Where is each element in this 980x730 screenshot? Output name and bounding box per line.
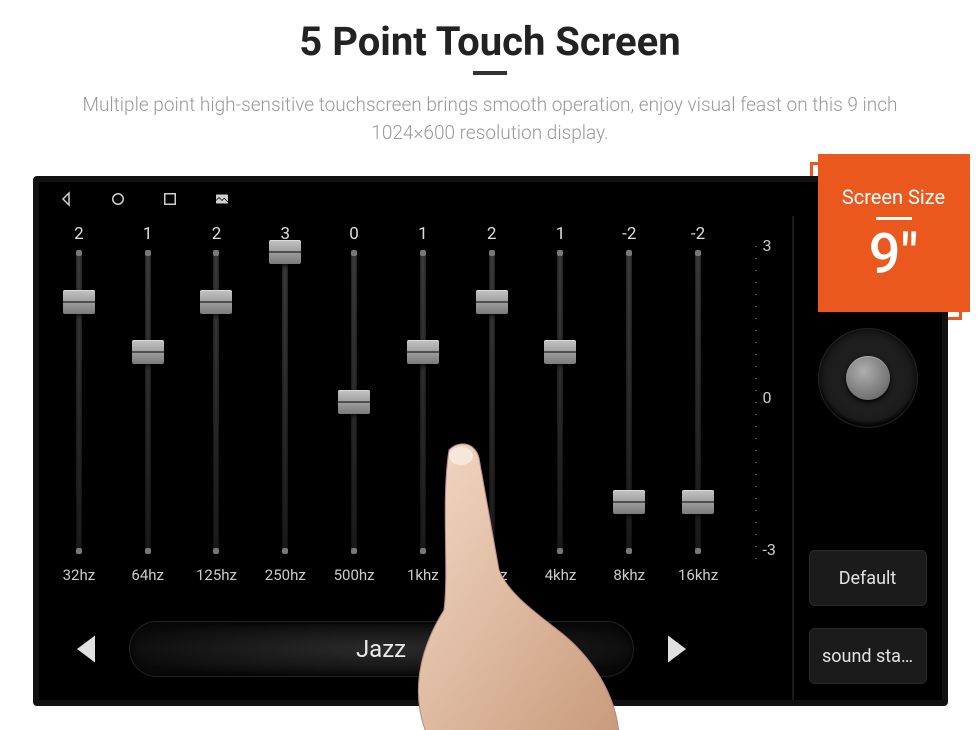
eq-slider-thumb[interactable]: [63, 290, 95, 314]
eq-slider[interactable]: [557, 252, 563, 552]
eq-band-freq: 2khz: [476, 566, 508, 584]
eq-slider-thumb[interactable]: [544, 340, 576, 364]
eq-slider-thumb[interactable]: [200, 290, 232, 314]
eq-band-250hz: 3250hz: [254, 222, 316, 592]
eq-band-125hz: 2 125hz: [185, 222, 247, 592]
eq-band-64hz: 1 64hz: [117, 222, 179, 592]
jog-dial[interactable]: [818, 328, 918, 428]
eq-slider[interactable]: [76, 252, 82, 552]
eq-band-16khz: -2 16khz: [667, 222, 729, 592]
eq-slider-thumb[interactable]: [407, 340, 439, 364]
eq-band-freq: 250hz: [265, 566, 306, 584]
eq-slider[interactable]: [351, 252, 357, 552]
eq-band-value: 1: [418, 222, 428, 246]
eq-band-value: 1: [556, 222, 566, 246]
eq-band-value: 0: [349, 222, 359, 246]
eq-band-value: 2: [487, 222, 497, 246]
scale-top-label: 3: [763, 236, 772, 255]
preset-name-button[interactable]: Jazz: [129, 621, 634, 677]
eq-scale: 3 0 -3: [739, 222, 785, 592]
eq-band-32hz: 2 32hz: [48, 222, 110, 592]
scale-mid-label: 0: [763, 388, 772, 407]
eq-band-value: 2: [74, 222, 84, 246]
eq-slider[interactable]: [282, 252, 288, 552]
eq-band-value: 2: [212, 222, 222, 246]
preset-bar: Jazz: [39, 616, 724, 682]
eq-slider[interactable]: [213, 252, 219, 552]
device-screen: 232hz164hz2125hz3250hz0500hz11khz22khz14…: [33, 176, 948, 706]
eq-band-value: 1: [143, 222, 153, 246]
eq-band-2khz: 2 2khz: [461, 222, 523, 592]
badge-divider: [876, 217, 912, 220]
home-icon[interactable]: [109, 190, 127, 208]
eq-band-freq: 32hz: [63, 566, 96, 584]
eq-slider-thumb[interactable]: [682, 490, 714, 514]
eq-band-freq: 500hz: [334, 566, 375, 584]
eq-band-4khz: 1 4khz: [529, 222, 591, 592]
eq-slider[interactable]: [695, 252, 701, 552]
eq-slider[interactable]: [489, 252, 495, 552]
eq-band-freq: 64hz: [131, 566, 164, 584]
eq-band-freq: 4khz: [545, 566, 577, 584]
android-navbar: [39, 182, 942, 216]
sound-stage-button[interactable]: sound sta…: [809, 628, 927, 684]
eq-slider-thumb[interactable]: [476, 290, 508, 314]
eq-slider[interactable]: [145, 252, 151, 552]
eq-slider-thumb[interactable]: [132, 340, 164, 364]
gallery-icon[interactable]: [213, 190, 231, 208]
badge-value: 9": [869, 226, 919, 282]
title-underline: [473, 71, 507, 75]
eq-band-8khz: -2 8khz: [598, 222, 660, 592]
eq-slider[interactable]: [626, 252, 632, 552]
page-subtitle: Multiple point high-sensitive touchscree…: [40, 91, 940, 146]
preset-next-button[interactable]: [652, 624, 702, 674]
eq-band-freq: 1khz: [407, 566, 439, 584]
eq-band-500hz: 0 500hz: [323, 222, 385, 592]
eq-slider[interactable]: [420, 252, 426, 552]
preset-prev-button[interactable]: [61, 624, 111, 674]
eq-band-value: -2: [691, 222, 705, 246]
back-icon[interactable]: [57, 190, 75, 208]
eq-band-value: -2: [622, 222, 636, 246]
scale-bot-label: -3: [763, 540, 776, 559]
screen-size-badge: Screen Size 9": [818, 154, 970, 312]
page-title: 5 Point Touch Screen: [299, 18, 680, 65]
eq-slider-thumb[interactable]: [338, 390, 370, 414]
recent-apps-icon[interactable]: [161, 190, 179, 208]
eq-band-1khz: 1 1khz: [392, 222, 454, 592]
eq-slider-thumb[interactable]: [613, 490, 645, 514]
eq-slider-thumb[interactable]: [269, 240, 301, 264]
badge-label: Screen Size: [842, 185, 945, 209]
eq-band-freq: 125hz: [196, 566, 237, 584]
eq-band-freq: 16khz: [678, 566, 718, 584]
default-button[interactable]: Default: [809, 550, 927, 606]
eq-band-freq: 8khz: [613, 566, 645, 584]
